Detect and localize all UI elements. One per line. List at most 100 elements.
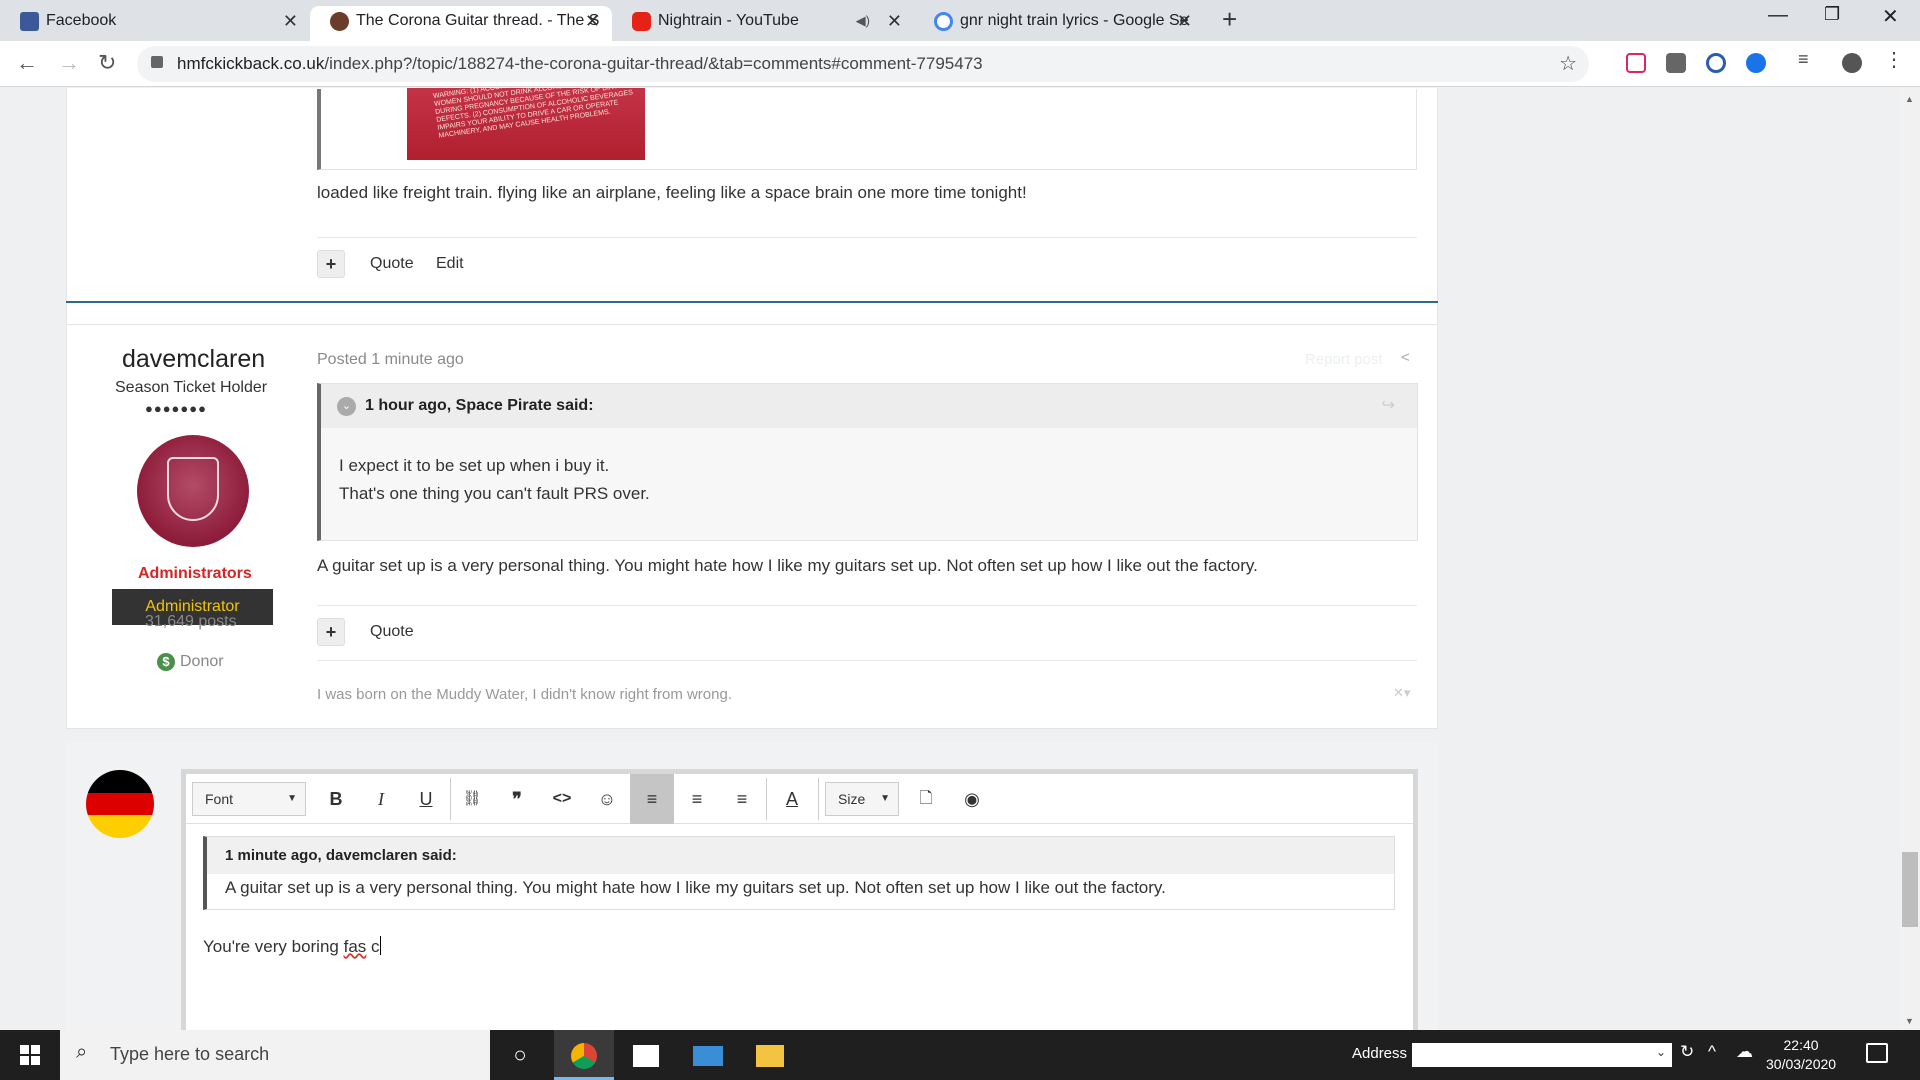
signature-options-icon[interactable]: ✕▾: [1393, 685, 1410, 701]
scroll-down-icon[interactable]: ▼: [1905, 1016, 1914, 1026]
quote-button[interactable]: Quote: [370, 255, 414, 273]
reaction-plus-button[interactable]: +: [317, 250, 345, 278]
tray-overflow-icon[interactable]: ^: [1708, 1042, 1716, 1062]
post-image-beer-bottle: WARNING: (1) ACCORDING TO THE SURGEON GE…: [407, 88, 645, 160]
divider: [317, 660, 1417, 661]
media-control-icon[interactable]: ≡: [1798, 49, 1818, 69]
menu-kebab-icon[interactable]: ⋮: [1884, 47, 1904, 71]
quote-citation: 1 hour ago, Space Pirate said:: [321, 384, 1417, 428]
browser-toolbar: ← → ↻ hmfckickback.co.uk/index.php?/topi…: [0, 41, 1920, 87]
microsoft-store-icon[interactable]: [616, 1030, 676, 1080]
bold-icon[interactable]: B: [318, 774, 354, 824]
clock-date: 30/03/2020: [1766, 1056, 1837, 1072]
share-icon[interactable]: <: [1401, 349, 1410, 366]
google-icon: [934, 12, 953, 31]
url-text[interactable]: hmfckickback.co.uk/index.php?/topic/1882…: [177, 54, 983, 74]
quoted-post: 1 hour ago, Space Pirate said: ⌄ ↪ I exp…: [317, 383, 1418, 541]
system-clock[interactable]: 22:40 30/03/2020: [1766, 1036, 1836, 1074]
page-viewport: WARNING: (1) ACCORDING TO THE SURGEON GE…: [0, 88, 1920, 1030]
scrollbar-thumb[interactable]: [1902, 852, 1918, 927]
chrome-icon[interactable]: [554, 1030, 614, 1080]
link-icon[interactable]: ⛓: [454, 774, 490, 824]
windows-start-icon[interactable]: [20, 1045, 40, 1065]
tab-corona-guitar-thread[interactable]: The Corona Guitar thread. - The S ✕: [310, 6, 612, 41]
tab-google-search[interactable]: gnr night train lyrics - Google Se ✕: [914, 6, 1204, 41]
refresh-icon[interactable]: ↻: [1680, 1042, 1694, 1062]
preview-document-icon[interactable]: 🗋: [908, 774, 944, 824]
file-explorer-icon[interactable]: [740, 1030, 800, 1080]
tab-youtube[interactable]: Nightrain - YouTube ◀) ✕: [612, 6, 914, 41]
address-bar[interactable]: hmfckickback.co.uk/index.php?/topic/1882…: [137, 46, 1589, 82]
reaction-plus-button[interactable]: +: [317, 618, 345, 646]
pocket-extension-icon[interactable]: [1626, 53, 1646, 73]
go-to-quote-icon[interactable]: ↪: [1382, 395, 1395, 415]
reply-editor: Font ▼ B I U ⛓ ❞ <> ☺ ≡ ≡ ≡ A Size ▼ 🗋 ◉ 1…: [181, 769, 1418, 1030]
post-timestamp[interactable]: Posted 1 minute ago: [317, 351, 464, 369]
preview-eye-icon[interactable]: ◉: [954, 774, 990, 824]
text-color-icon[interactable]: A: [774, 774, 810, 824]
divider: [317, 605, 1417, 606]
report-post-link[interactable]: Report post: [1305, 351, 1383, 368]
code-icon[interactable]: <>: [544, 774, 580, 824]
author-username-link[interactable]: davemclaren: [122, 345, 265, 374]
reload-icon[interactable]: ↻: [98, 50, 116, 76]
align-left-icon[interactable]: ≡: [630, 774, 674, 824]
collapse-quote-icon[interactable]: ⌄: [337, 397, 356, 416]
size-dropdown[interactable]: Size ▼: [825, 782, 899, 816]
audio-playing-icon[interactable]: ◀): [856, 6, 870, 36]
action-center-icon[interactable]: [1866, 1043, 1888, 1063]
close-tab-icon[interactable]: ✕: [283, 6, 298, 36]
donor-text: Donor: [180, 653, 224, 670]
underline-icon[interactable]: U: [408, 774, 444, 824]
site-favicon-icon: [330, 12, 349, 31]
lock-icon: [151, 56, 163, 68]
task-view-icon[interactable]: ○: [490, 1030, 550, 1080]
edit-button[interactable]: Edit: [436, 255, 464, 273]
author-post-count: 31,649 posts: [145, 613, 237, 630]
author-avatar[interactable]: [137, 435, 249, 547]
scroll-up-icon[interactable]: ▲: [1905, 94, 1914, 104]
quote-block-icon[interactable]: ❞: [499, 774, 535, 824]
new-tab-icon[interactable]: +: [1222, 4, 1237, 35]
close-tab-icon[interactable]: ✕: [1177, 6, 1192, 36]
tab-title: Facebook: [46, 12, 117, 29]
editor-quote-block[interactable]: 1 minute ago, davemclaren said: A guitar…: [203, 836, 1395, 910]
close-window-icon[interactable]: ✕: [1882, 4, 1899, 29]
rank-pips: ●●●●●●●: [145, 401, 207, 416]
windows-taskbar: ⌕ Type here to search ○ Address ⌄ ↻ ^ ☁ …: [0, 1030, 1920, 1080]
typed-text: You're very boring: [203, 937, 344, 956]
bottle-warning-label: WARNING: (1) ACCORDING TO THE SURGEON GE…: [432, 88, 634, 140]
chevron-down-icon[interactable]: ⌄: [1656, 1045, 1666, 1059]
divider: [317, 237, 1417, 238]
quote-button[interactable]: Quote: [370, 623, 414, 641]
forward-icon[interactable]: →: [58, 50, 80, 76]
shield-extension-icon[interactable]: [1746, 53, 1766, 73]
size-dropdown-label: Size: [838, 791, 866, 807]
profile-avatar-icon[interactable]: [1842, 53, 1862, 73]
taskbar-search-box[interactable]: ⌕ Type here to search: [60, 1030, 490, 1080]
italic-icon[interactable]: I: [363, 774, 399, 824]
font-dropdown[interactable]: Font ▼: [192, 782, 306, 816]
emoji-icon[interactable]: ☺: [589, 774, 625, 824]
onedrive-cloud-icon[interactable]: ☁: [1736, 1042, 1753, 1062]
back-icon[interactable]: ←: [16, 50, 38, 76]
mail-icon[interactable]: [678, 1030, 738, 1080]
address-toolbar-input[interactable]: ⌄: [1412, 1043, 1672, 1067]
tab-title: The Corona Guitar thread. - The S: [356, 12, 600, 29]
tab-title: Nightrain - YouTube: [658, 12, 799, 29]
align-right-icon[interactable]: ≡: [721, 774, 763, 824]
flag-extension-icon[interactable]: [1666, 53, 1686, 73]
block-extension-icon[interactable]: [1706, 53, 1726, 73]
browser-tab-bar: Facebook ✕ The Corona Guitar thread. - T…: [0, 0, 1920, 41]
tab-facebook[interactable]: Facebook ✕: [0, 6, 310, 41]
tab-title: gnr night train lyrics - Google Se: [960, 12, 1189, 29]
toolbar-separator: [818, 778, 819, 820]
editor-typed-text[interactable]: You're very boring fas c: [203, 936, 381, 957]
close-tab-icon[interactable]: ✕: [585, 6, 600, 36]
close-tab-icon[interactable]: ✕: [887, 6, 902, 36]
align-center-icon[interactable]: ≡: [676, 774, 718, 824]
post-body-text: loaded like freight train. flying like a…: [317, 183, 1027, 202]
minimize-icon[interactable]: —: [1768, 4, 1788, 27]
restore-icon[interactable]: ❐: [1824, 4, 1840, 25]
bookmark-star-icon[interactable]: ☆: [1559, 51, 1577, 76]
